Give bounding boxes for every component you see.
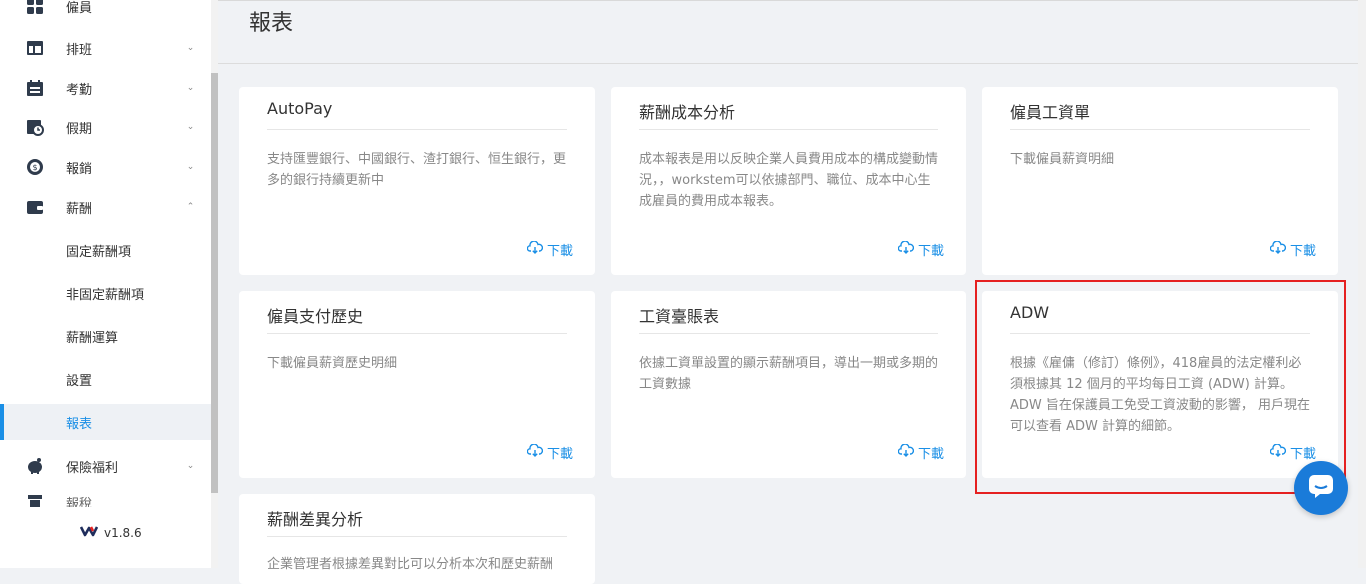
card-description: 下載僱員薪資明細 (1010, 152, 1115, 167)
chevron-down-icon: ⌄ (186, 122, 195, 132)
card-divider (1010, 129, 1310, 130)
sidebar-item-payroll[interactable]: 薪酬 ⌃ (0, 187, 211, 227)
calendar-clock-icon (25, 117, 45, 137)
card-description: 成本報表是用以反映企業人員費用成本的構成變動情況，，workstem可以依據部門… (639, 152, 939, 209)
download-button[interactable]: 下載 (526, 443, 573, 462)
chevron-down-icon: ⌄ (186, 43, 195, 53)
sidebar-subitem-settings[interactable]: 設置 (0, 361, 211, 397)
page-title: 報表 (249, 11, 294, 36)
piggy-bank-icon (25, 456, 45, 476)
sidebar-item-schedule[interactable]: 排班 ⌄ (0, 28, 211, 68)
sidebar-item-insurance[interactable]: 保險福利 ⌄ (0, 446, 211, 486)
wallet-icon (25, 197, 45, 217)
sidebar-subitem-label: 薪酬運算 (66, 330, 119, 346)
download-button[interactable]: 下載 (1269, 443, 1316, 462)
sidebar: 僱員 排班 ⌄ 考勤 ⌄ 假期 ⌄ $ 報銷 ⌄ 薪酬 ⌃ 固定薪酬項 非固定薪… (0, 0, 213, 568)
logo-icon (79, 525, 99, 540)
cloud-download-icon (1269, 240, 1287, 258)
report-card-payroll-ledger: 工資臺賬表 依據工資單設置的顯示薪酬項目，導出一期或多期的工資數據 下載 (611, 291, 966, 478)
card-divider (639, 129, 938, 130)
sidebar-item-reimbursement[interactable]: $ 報銷 ⌄ (0, 147, 211, 187)
cloud-download-icon (897, 240, 915, 258)
version-info: v1.8.6 (79, 525, 142, 540)
sidebar-subitem-payroll-run[interactable]: 薪酬運算 (0, 318, 211, 354)
card-divider (639, 333, 938, 334)
sidebar-item-label: 保險福利 (66, 460, 119, 476)
cloud-download-icon (526, 240, 544, 258)
sidebar-subitem-fixed-pay[interactable]: 固定薪酬項 (0, 232, 211, 268)
version-text: v1.8.6 (104, 525, 142, 540)
card-title: 僱員工資單 (1010, 103, 1091, 122)
card-title: 薪酬差異分析 (267, 510, 364, 529)
page-header: 報表 (218, 0, 1366, 64)
report-card-payroll-variance: 薪酬差異分析 企業管理者根據差異對比可以分析本次和歷史薪酬 (239, 494, 595, 584)
page-scrollbar[interactable] (1358, 0, 1366, 568)
download-label: 下載 (1289, 447, 1316, 462)
download-label: 下載 (546, 447, 573, 462)
sidebar-item-label: 考勤 (66, 82, 93, 98)
coin-icon: $ (25, 157, 45, 177)
card-divider (267, 536, 567, 537)
calendar-icon (25, 78, 45, 98)
tax-icon (25, 491, 45, 507)
report-card-adw: ADW 根據《雇傭（修訂）條例》，418雇員的法定權利必須根據其 12 個月的平… (982, 291, 1338, 478)
sidebar-subitem-reports[interactable]: 報表 (0, 404, 211, 440)
sidebar-subitem-variable-pay[interactable]: 非固定薪酬項 (0, 275, 211, 311)
sidebar-item-label: 僱員 (66, 0, 93, 16)
report-card-payment-history: 僱員支付歷史 下載僱員薪資歷史明細 下載 (239, 291, 595, 478)
sidebar-subitem-label: 報表 (66, 416, 93, 432)
chevron-down-icon: ⌄ (186, 162, 195, 172)
svg-text:$: $ (32, 163, 37, 172)
chat-icon (1307, 473, 1335, 503)
sidebar-item-employees[interactable]: 僱員 (0, 0, 211, 26)
sidebar-item-label: 假期 (66, 121, 93, 137)
sidebar-subitem-label: 固定薪酬項 (66, 244, 132, 260)
chevron-down-icon: ⌄ (186, 83, 195, 93)
sidebar-subitem-label: 設置 (66, 373, 93, 389)
download-label: 下載 (917, 447, 944, 462)
card-title: AutoPay (267, 99, 333, 118)
download-label: 下載 (546, 244, 573, 259)
card-title: 工資臺賬表 (639, 307, 720, 326)
cloud-download-icon (1269, 443, 1287, 461)
sidebar-scrollbar-thumb[interactable] (211, 73, 218, 493)
sidebar-item-tax[interactable]: 報稅 (0, 487, 211, 507)
card-divider (267, 333, 567, 334)
download-button[interactable]: 下載 (1269, 240, 1316, 259)
card-description: 支持匯豐銀行、中國銀行、渣打銀行、恒生銀行，更多的銀行持續更新中 (267, 152, 567, 188)
sidebar-subitem-label: 非固定薪酬項 (66, 287, 145, 303)
download-button[interactable]: 下載 (526, 240, 573, 259)
card-divider (267, 129, 567, 130)
report-card-payslip: 僱員工資單 下載僱員薪資明細 下載 (982, 87, 1338, 275)
cloud-download-icon (897, 443, 915, 461)
card-title: 僱員支付歷史 (267, 307, 364, 326)
card-description: 下載僱員薪資歷史明細 (267, 356, 398, 371)
card-divider (1010, 333, 1310, 334)
sidebar-scrollbar[interactable] (211, 0, 218, 568)
chevron-down-icon: ⌄ (186, 461, 195, 471)
card-description: 根據《雇傭（修訂）條例》，418雇員的法定權利必須根據其 12 個月的平均每日工… (1010, 356, 1311, 434)
report-card-autopay: AutoPay 支持匯豐銀行、中國銀行、渣打銀行、恒生銀行，更多的銀行持續更新中… (239, 87, 595, 275)
card-description: 依據工資單設置的顯示薪酬項目，導出一期或多期的工資數據 (639, 356, 939, 392)
card-title: ADW (1010, 303, 1050, 322)
chevron-up-icon: ⌃ (186, 202, 195, 212)
sidebar-item-label: 報銷 (66, 161, 93, 177)
layout-icon (25, 38, 45, 58)
download-label: 下載 (917, 244, 944, 259)
grid-icon (25, 0, 45, 16)
download-button[interactable]: 下載 (897, 240, 944, 259)
chat-button[interactable] (1294, 461, 1348, 515)
sidebar-item-leave[interactable]: 假期 ⌄ (0, 107, 211, 147)
sidebar-item-attendance[interactable]: 考勤 ⌄ (0, 68, 211, 108)
sidebar-item-label: 排班 (66, 42, 93, 58)
download-label: 下載 (1289, 244, 1316, 259)
card-title: 薪酬成本分析 (639, 103, 736, 122)
sidebar-item-label: 薪酬 (66, 201, 93, 217)
report-card-payroll-cost: 薪酬成本分析 成本報表是用以反映企業人員費用成本的構成變動情況，，workste… (611, 87, 966, 275)
download-button[interactable]: 下載 (897, 443, 944, 462)
card-description: 企業管理者根據差異對比可以分析本次和歷史薪酬 (267, 557, 554, 572)
sidebar-item-label: 報稅 (66, 497, 93, 507)
cloud-download-icon (526, 443, 544, 461)
